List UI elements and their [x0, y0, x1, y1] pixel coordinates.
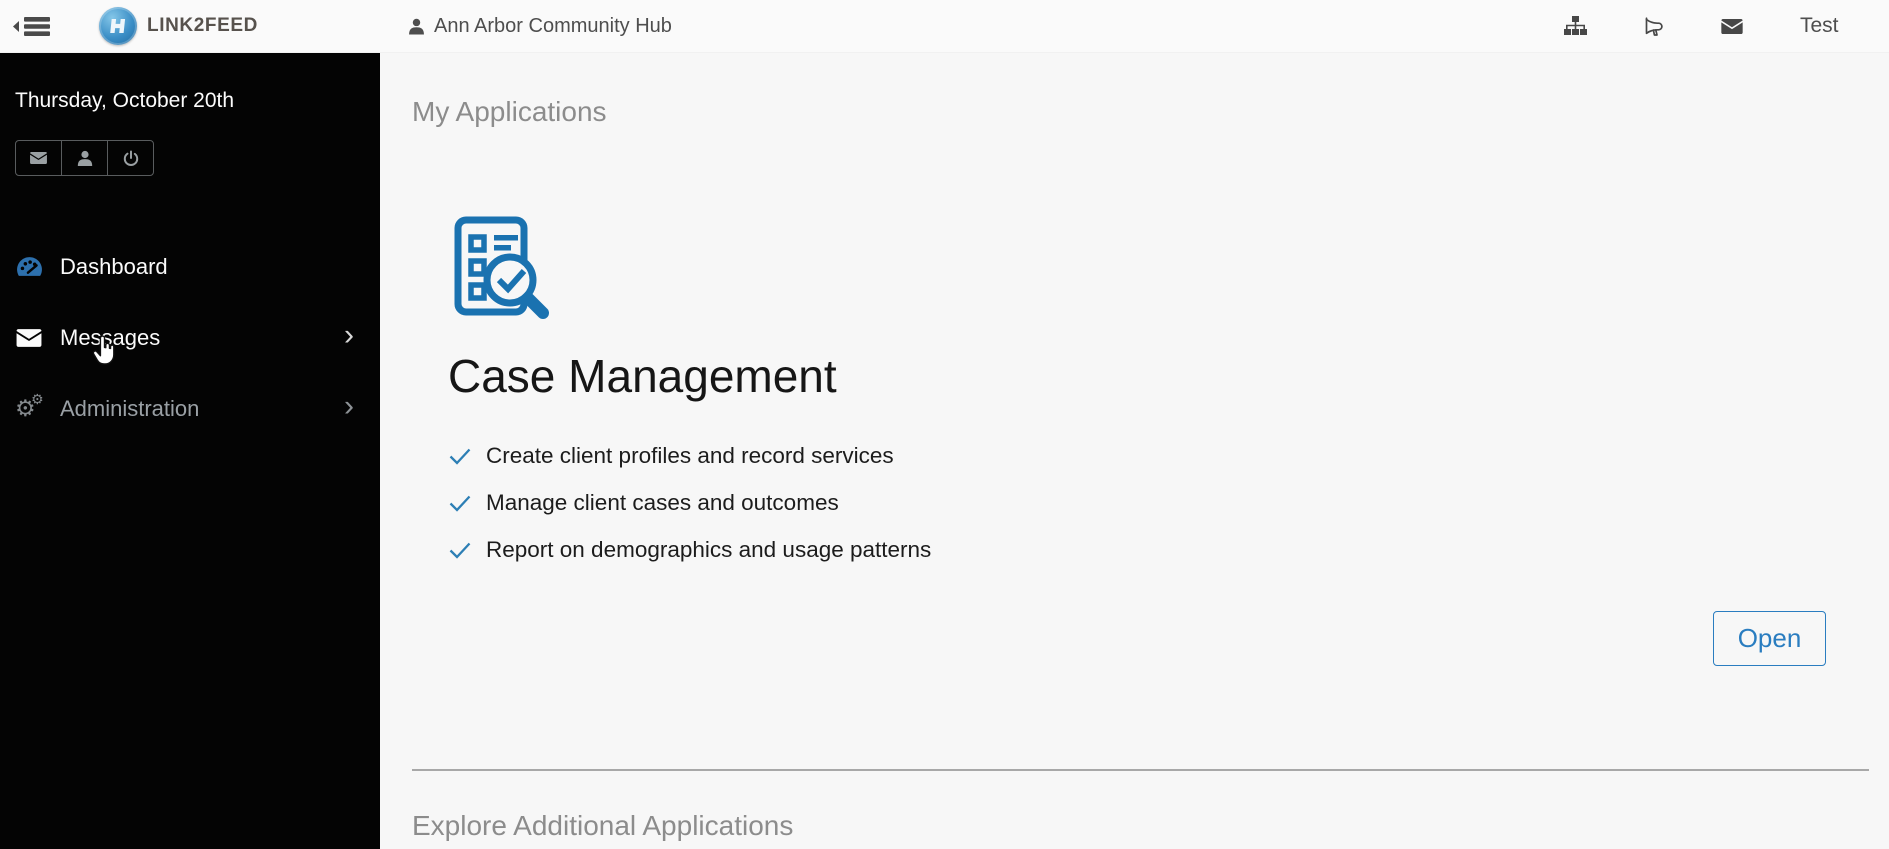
dashboard-gauge-icon	[15, 254, 49, 279]
feature-item: Report on demographics and usage pattern…	[449, 537, 931, 563]
feature-list: Create client profiles and record servic…	[449, 443, 931, 584]
user-icon	[409, 18, 424, 34]
open-app-button[interactable]: Open	[1713, 611, 1826, 666]
quick-profile-button[interactable]	[61, 140, 108, 176]
sidebar-nav: Dashboard Messages › ⚙ ⚙ Administration …	[0, 231, 380, 444]
sidebar: Thursday, October 20th Dashboard Message…	[0, 52, 380, 849]
brand-name: LINK2FEED	[147, 15, 258, 36]
sitemap-icon[interactable]	[1564, 0, 1587, 52]
announcements-icon[interactable]	[1642, 0, 1664, 52]
sidebar-date: Thursday, October 20th	[15, 89, 235, 112]
sidebar-item-label: Dashboard	[60, 253, 168, 279]
power-icon	[123, 150, 138, 167]
top-bar: LINK2FEED Ann Arbor Community Hub Test	[0, 0, 1889, 53]
mail-icon[interactable]	[1720, 0, 1744, 52]
quick-actions	[15, 140, 380, 176]
app-title: Case Management	[448, 350, 837, 402]
chevron-right-icon: ›	[344, 389, 354, 423]
feature-text: Create client profiles and record servic…	[486, 443, 894, 468]
check-icon	[449, 495, 471, 512]
feature-text: Manage client cases and outcomes	[486, 490, 839, 515]
sidebar-item-administration[interactable]: ⚙ ⚙ Administration ›	[0, 373, 380, 444]
organization-name: Ann Arbor Community Hub	[434, 14, 672, 37]
user-menu[interactable]: Test	[1800, 0, 1839, 52]
case-management-app-icon	[446, 214, 554, 327]
user-icon	[77, 150, 92, 166]
section-title: My Applications	[412, 96, 607, 127]
sidebar-collapse-icon[interactable]	[13, 15, 51, 38]
sidebar-item-messages[interactable]: Messages ›	[0, 302, 380, 373]
quick-messages-button[interactable]	[15, 140, 62, 176]
sidebar-item-label: Messages	[60, 324, 161, 350]
chevron-right-icon: ›	[344, 318, 354, 352]
envelope-icon	[30, 152, 47, 164]
sidebar-item-dashboard[interactable]: Dashboard	[0, 231, 380, 302]
feature-item: Manage client cases and outcomes	[449, 490, 931, 516]
checklist-magnifier-icon	[454, 216, 549, 319]
logo-glyph	[110, 19, 126, 33]
section-divider	[412, 769, 1869, 771]
sidebar-item-label: Administration	[60, 395, 200, 421]
link2feed-logo-icon[interactable]	[99, 7, 137, 45]
explore-section-title: Explore Additional Applications	[412, 810, 794, 841]
gears-icon: ⚙ ⚙	[15, 391, 44, 422]
check-icon	[449, 542, 471, 559]
organization-label: Ann Arbor Community Hub	[408, 0, 672, 52]
feature-item: Create client profiles and record servic…	[449, 443, 931, 469]
main-content: My Applications Case Management Create c…	[380, 52, 1889, 849]
check-icon	[449, 448, 471, 465]
collapse-menu-icon	[13, 17, 50, 36]
feature-text: Report on demographics and usage pattern…	[486, 537, 932, 562]
envelope-icon	[15, 328, 49, 348]
quick-logout-button[interactable]	[107, 140, 154, 176]
